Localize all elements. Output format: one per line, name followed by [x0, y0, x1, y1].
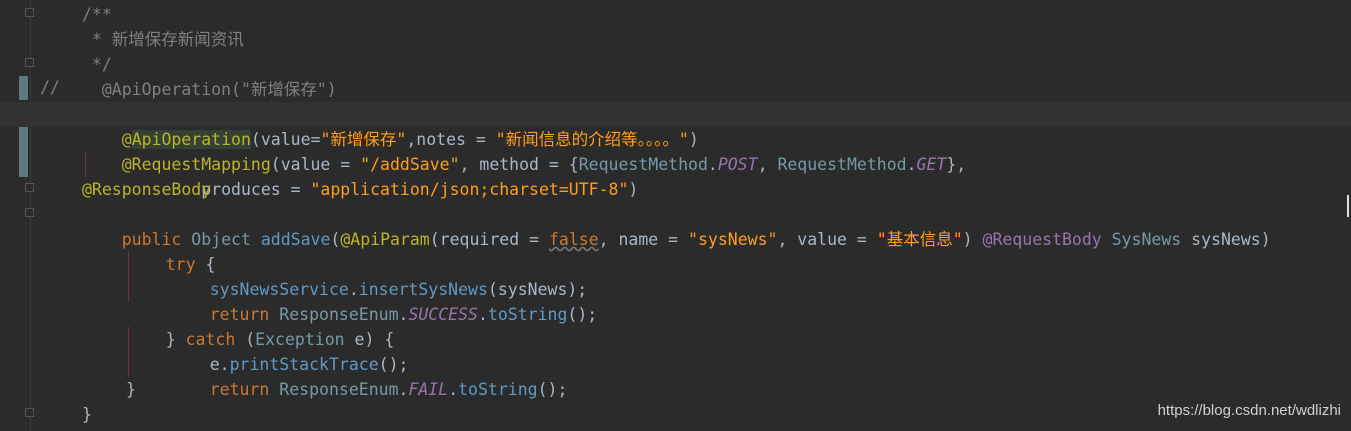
code-line-10: try { — [126, 227, 216, 274]
code-line-14: e.printStackTrace(); — [170, 327, 409, 374]
code-line-8: @ResponseBody — [82, 180, 212, 199]
token: @ApiParam — [340, 230, 430, 249]
token: return — [209, 380, 270, 399]
code-line-17: } — [82, 405, 92, 424]
token: toString — [487, 305, 568, 324]
watermark-url: https://blog.csdn.net/wdlizhi — [1157, 402, 1341, 419]
token: toString — [458, 380, 538, 399]
fold-marker-icon[interactable] — [25, 408, 34, 417]
editor-gutter: // — [0, 0, 70, 431]
code-line-12: return ResponseEnum.SUCCESS.toString(); — [170, 277, 597, 324]
token: ( — [330, 230, 341, 249]
token: SysNews — [1101, 230, 1192, 249]
code-line-1: /** — [82, 5, 112, 24]
token: }, — [946, 155, 967, 174]
token: , — [757, 155, 778, 174]
token: RequestMethod — [777, 155, 907, 174]
code-line-7: produces = "application/json;charset=UTF… — [82, 152, 638, 199]
code-line-3: */ — [82, 55, 112, 74]
token: . — [477, 305, 488, 324]
token: "sysNews" — [688, 230, 778, 249]
token: GET — [916, 155, 947, 174]
token: (); — [567, 305, 598, 324]
token: false — [548, 230, 599, 249]
token: "application/json;charset=UTF-8" — [310, 180, 629, 199]
code-editor[interactable]: /** * 新增保存新闻资讯 */ @ApiOperation("新增保存") … — [0, 0, 1351, 431]
fold-marker-icon[interactable] — [25, 58, 34, 67]
code-line-13: } catch (Exception e) { — [126, 302, 395, 349]
token: POST — [717, 155, 758, 174]
code-line-15: return ResponseEnum.FAIL.toString(); — [170, 352, 568, 399]
token: (required = — [429, 230, 549, 249]
code-line-4: @ApiOperation("新增保存") — [82, 80, 337, 99]
fold-marker-icon[interactable] — [25, 183, 34, 192]
token: , name = — [598, 230, 689, 249]
token: . — [906, 155, 917, 174]
token: . — [707, 155, 718, 174]
token: FAIL — [408, 380, 449, 399]
vcs-change-marker[interactable] — [19, 76, 28, 100]
token: ) — [962, 230, 983, 249]
token: (); — [537, 380, 568, 399]
token: addSave — [260, 230, 331, 249]
token: sysNews) — [1191, 230, 1271, 249]
token: "基本信息" — [876, 230, 963, 249]
token: . — [398, 305, 409, 324]
token: SUCCESS — [408, 305, 478, 324]
fold-marker-icon[interactable] — [25, 208, 34, 217]
token: @RequestBody — [982, 230, 1102, 249]
token: , value = — [777, 230, 877, 249]
code-line-11: sysNewsService.insertSysNews(sysNews); — [170, 252, 588, 299]
token: . — [398, 380, 409, 399]
fold-marker-icon[interactable] — [25, 8, 34, 17]
code-line-16: } — [126, 380, 136, 399]
code-line-6: @RequestMapping(value = "/addSave", meth… — [82, 127, 966, 174]
token: ResponseEnum — [269, 380, 399, 399]
token: ) — [628, 180, 639, 199]
right-margin-marker — [1347, 195, 1349, 217]
code-line-5: @ApiOperation(value="新增保存",notes = "新闻信息… — [0, 102, 1351, 149]
token: . — [448, 380, 459, 399]
code-line-2: * 新增保存新闻资讯 — [82, 30, 244, 49]
code-line-9: public Object addSave(@ApiParam(required… — [82, 202, 1271, 249]
line-comment-prefix: // — [40, 78, 60, 97]
